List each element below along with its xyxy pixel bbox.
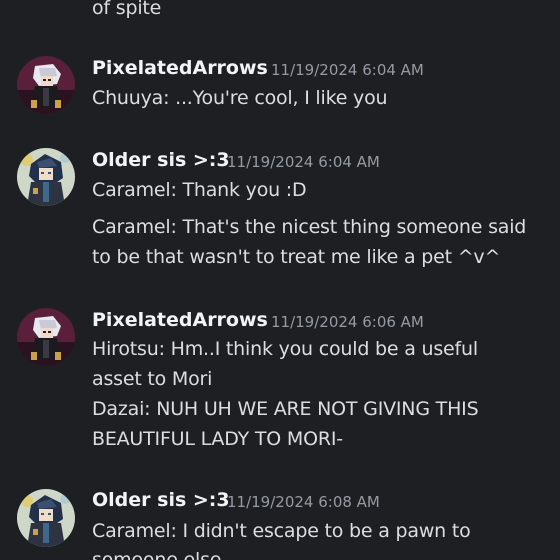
message-line: to be that wasn't to treat me like a pet… [92,246,501,268]
avatar-pixelatedarrows[interactable] [17,308,75,366]
message-line: Dazai: NUH UH WE ARE NOT GIVING THIS [92,398,479,420]
message-line: Chuuya: ...You're cool, I like you [92,87,388,109]
avatar-pixelatedarrows[interactable] [17,56,75,114]
message-timestamp: 11/19/2024 6:06 AM [271,313,424,331]
author-name[interactable]: Older sis >:3 [92,488,230,512]
message-line: of spite [92,0,162,19]
message-timestamp: 11/19/2024 6:08 AM [227,493,380,511]
pixel-character-avatar-icon [17,308,75,366]
author-name[interactable]: PixelatedArrows [92,56,268,80]
chat-log: of spite PixelatedArrows 11/19/2024 6:04… [0,0,560,560]
message-line: BEAUTIFUL LADY TO MORI- [92,428,343,450]
message-line: someone else [92,549,222,560]
avatar-older-sis[interactable] [17,489,75,547]
message-line: Caramel: I didn't escape to be a pawn to [92,520,471,542]
pixel-character-avatar-icon [17,56,75,114]
author-name[interactable]: Older sis >:3 [92,148,230,172]
message-line: Caramel: That's the nicest thing someone… [92,216,527,238]
message-timestamp: 11/19/2024 6:04 AM [271,61,424,79]
message-line: Hirotsu: Hm..I think you could be a usef… [92,338,478,360]
dark-haired-character-avatar-icon [17,489,75,547]
message-line: asset to Mori [92,368,213,390]
avatar-older-sis[interactable] [17,148,75,206]
dark-haired-character-avatar-icon [17,148,75,206]
message-timestamp: 11/19/2024 6:04 AM [227,153,380,171]
author-name[interactable]: PixelatedArrows [92,308,268,332]
message-line: Caramel: Thank you :D [92,179,307,201]
